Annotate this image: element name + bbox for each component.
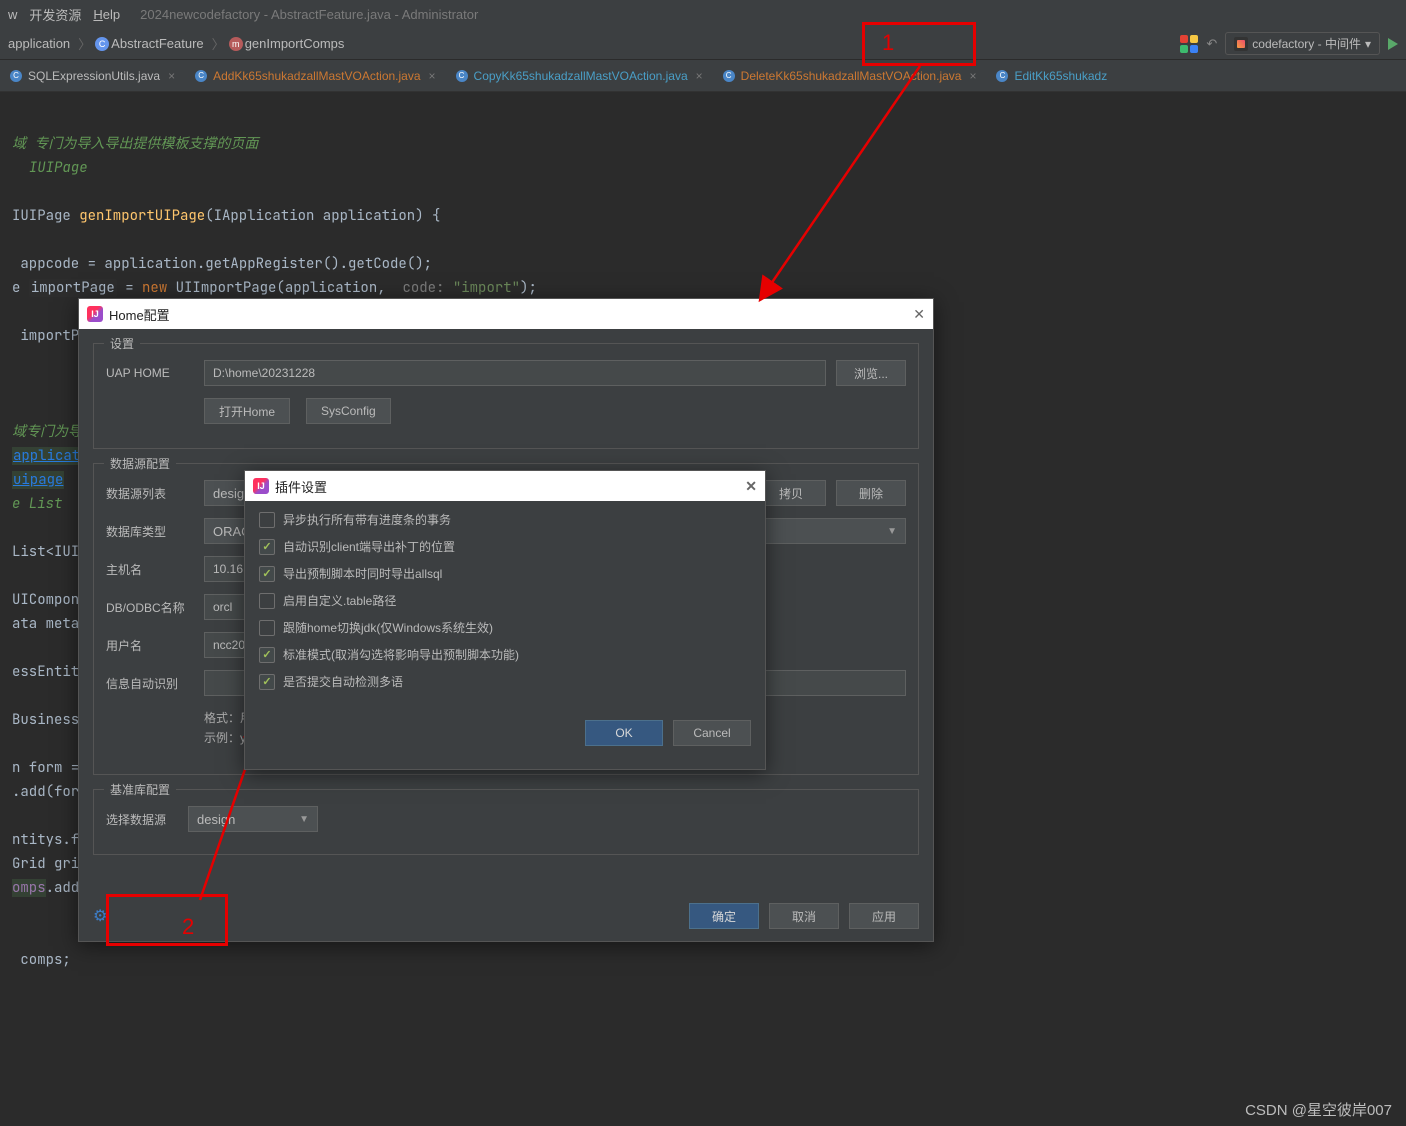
- checkbox-icon[interactable]: [259, 620, 275, 636]
- dialog-title: Home配置: [109, 305, 170, 324]
- settings-fieldset: 设置 UAP HOME 浏览... 打开Home SysConfig: [93, 343, 919, 449]
- ds-list-label: 数据源列表: [106, 485, 194, 502]
- close-icon[interactable]: ×: [696, 69, 703, 83]
- dialog-titlebar[interactable]: IJ 插件设置 ✕: [245, 471, 765, 501]
- open-home-button[interactable]: 打开Home: [204, 398, 290, 424]
- titlebar: w 开发资源 Help 2024newcodefactory - Abstrac…: [0, 0, 1406, 28]
- chk-auto-multilang[interactable]: 是否提交自动检测多语: [259, 673, 751, 690]
- run-config-select[interactable]: codefactory - 中间件 ▾: [1225, 32, 1380, 55]
- editor-tabs: CSQLExpressionUtils.java× CAddKk65shukad…: [0, 60, 1406, 92]
- cancel-button[interactable]: Cancel: [673, 720, 751, 746]
- window-title: 2024newcodefactory - AbstractFeature.jav…: [140, 7, 478, 22]
- dialog-title: 插件设置: [275, 477, 327, 496]
- run-button-icon[interactable]: [1388, 38, 1398, 50]
- auto-detect-label: 信息自动识别: [106, 675, 194, 692]
- dialog-footer: ⚙ 确定 取消 应用: [93, 903, 919, 929]
- menu-dev-resources[interactable]: 开发资源: [29, 5, 81, 24]
- base-ds-select[interactable]: design▼: [188, 806, 318, 832]
- java-class-icon: C: [996, 70, 1008, 82]
- close-icon[interactable]: ✕: [913, 306, 925, 323]
- apply-button[interactable]: 应用: [849, 903, 919, 929]
- dialog-footer: OK Cancel: [245, 710, 765, 756]
- chk-async-progress[interactable]: 异步执行所有带有进度条的事务: [259, 511, 751, 528]
- menu-help[interactable]: Help: [93, 7, 120, 22]
- checkbox-icon[interactable]: [259, 539, 275, 555]
- method-icon: m: [229, 37, 243, 51]
- chk-standard-mode[interactable]: 标准模式(取消勾选将影响导出预制脚本功能): [259, 646, 751, 663]
- run-config-label: codefactory - 中间件: [1252, 35, 1361, 52]
- copy-button[interactable]: 拷贝: [756, 480, 826, 506]
- dialog-titlebar[interactable]: IJ Home配置 ✕: [79, 299, 933, 329]
- base-ds-label: 选择数据源: [106, 811, 178, 828]
- close-icon[interactable]: ×: [969, 69, 976, 83]
- uap-home-label: UAP HOME: [106, 366, 194, 380]
- java-class-icon: C: [723, 70, 735, 82]
- close-icon[interactable]: ✕: [745, 478, 757, 495]
- chk-auto-client-patch[interactable]: 自动识别client端导出补丁的位置: [259, 538, 751, 555]
- java-class-icon: C: [195, 70, 207, 82]
- intellij-icon: IJ: [253, 478, 269, 494]
- chk-follow-home-jdk[interactable]: 跟随home切换jdk(仅Windows系统生效): [259, 619, 751, 636]
- checkbox-icon[interactable]: [259, 674, 275, 690]
- tab-sqlexpressionutils[interactable]: CSQLExpressionUtils.java×: [0, 60, 185, 91]
- close-icon[interactable]: ×: [429, 69, 436, 83]
- java-class-icon: C: [456, 70, 468, 82]
- tab-editkk[interactable]: CEditKk65shukadz: [986, 60, 1117, 91]
- ok-button[interactable]: 确定: [689, 903, 759, 929]
- tab-deletekk[interactable]: CDeleteKk65shukadzallMastVOAction.java×: [713, 60, 987, 91]
- breadcrumb-sep-icon: 〉: [78, 34, 91, 53]
- java-class-icon: C: [10, 70, 22, 82]
- breadcrumb-bar: application 〉 C AbstractFeature 〉 m genI…: [0, 28, 1406, 60]
- baselib-fieldset: 基准库配置 选择数据源 design▼: [93, 789, 919, 855]
- uap-home-input[interactable]: [204, 360, 826, 386]
- intellij-icon: [1234, 37, 1248, 51]
- browse-button[interactable]: 浏览...: [836, 360, 906, 386]
- ai-assistant-icon[interactable]: [1180, 35, 1198, 53]
- sysconfig-button[interactable]: SysConfig: [306, 398, 391, 424]
- user-label: 用户名: [106, 637, 194, 654]
- intellij-icon: IJ: [87, 306, 103, 322]
- menu-w[interactable]: w: [8, 7, 17, 22]
- delete-button[interactable]: 删除: [836, 480, 906, 506]
- dropdown-arrow-icon: ▼: [299, 814, 309, 825]
- tab-addkk[interactable]: CAddKk65shukadzallMastVOAction.java×: [185, 60, 445, 91]
- checkbox-icon[interactable]: [259, 647, 275, 663]
- legend-ds: 数据源配置: [104, 455, 176, 472]
- legend-base: 基准库配置: [104, 781, 176, 798]
- breadcrumb-sep-icon: 〉: [212, 34, 225, 53]
- back-icon[interactable]: ↶: [1206, 36, 1217, 52]
- gear-icon[interactable]: ⚙: [93, 906, 107, 926]
- breadcrumb-application[interactable]: application: [8, 36, 70, 51]
- breadcrumb-class[interactable]: AbstractFeature: [111, 36, 204, 51]
- db-type-label: 数据库类型: [106, 523, 194, 540]
- chk-export-allsql[interactable]: 导出预制脚本时同时导出allsql: [259, 565, 751, 582]
- odbc-label: DB/ODBC名称: [106, 599, 194, 616]
- dropdown-arrow-icon: ▾: [1365, 37, 1371, 51]
- checkbox-icon[interactable]: [259, 566, 275, 582]
- checkbox-icon[interactable]: [259, 593, 275, 609]
- chk-custom-table-path[interactable]: 启用自定义.table路径: [259, 592, 751, 609]
- tab-copykk[interactable]: CCopyKk65shukadzallMastVOAction.java×: [446, 60, 713, 91]
- ok-button[interactable]: OK: [585, 720, 663, 746]
- dropdown-arrow-icon: ▼: [887, 526, 897, 537]
- watermark: CSDN @星空彼岸007: [1245, 1099, 1392, 1120]
- legend-settings: 设置: [104, 335, 140, 352]
- host-label: 主机名: [106, 561, 194, 578]
- cancel-button[interactable]: 取消: [769, 903, 839, 929]
- checkbox-icon[interactable]: [259, 512, 275, 528]
- plugin-settings-dialog: IJ 插件设置 ✕ 异步执行所有带有进度条的事务 自动识别client端导出补丁…: [244, 470, 766, 770]
- breadcrumb-method[interactable]: genImportComps: [245, 36, 345, 51]
- close-icon[interactable]: ×: [168, 69, 175, 83]
- class-icon: C: [95, 37, 109, 51]
